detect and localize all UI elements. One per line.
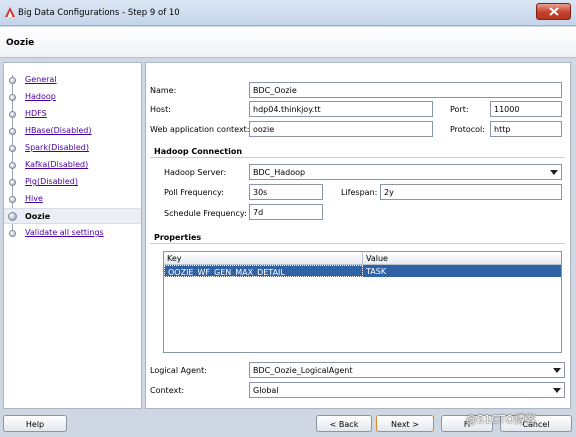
nav-step-label[interactable]: General [25,75,57,84]
property-key-cell[interactable]: OOZIE_WF_GEN_MAX_DETAIL [164,265,363,277]
host-field[interactable]: hdp04.thinkjoy.tt [249,101,433,117]
nav-step-label: Oozie [25,212,51,221]
port-field[interactable]: 11000 [490,101,562,117]
step-bullet-icon [9,111,16,118]
nav-step-validate[interactable]: Validate all settings [4,225,141,241]
logical-agent-select[interactable]: BDC_Oozie_LogicalAgent [249,362,565,378]
nav-step-label[interactable]: Hadoop [25,92,56,101]
web-context-label: Web application context: [150,125,250,134]
protocol-label: Protocol: [450,125,485,134]
back-button[interactable]: < Back [316,415,372,432]
nav-step-hadoop[interactable]: Hadoop [4,89,141,105]
context-value: Global [253,386,279,395]
poll-frequency-label: Poll Frequency: [164,188,224,197]
step-bullet-icon [9,128,16,135]
section-divider [150,243,565,244]
section-divider [150,157,565,158]
step-bullet-icon [9,162,16,169]
nav-step-label[interactable]: Pig(Disabled) [25,177,78,186]
hadoop-server-select[interactable]: BDC_Hadoop [249,164,562,180]
nav-step-label[interactable]: Hive [25,194,43,203]
current-step-bullet-icon [8,212,17,221]
step-bullet-icon [9,77,16,84]
window-title: Big Data Configurations - Step 9 of 10 [18,8,180,18]
nav-step-label[interactable]: Validate all settings [25,228,104,237]
web-context-field[interactable]: oozie [249,121,433,137]
context-select[interactable]: Global [249,382,565,398]
help-button[interactable]: Help [3,415,67,432]
nav-step-label[interactable]: Spark(Disabled) [25,143,89,152]
nav-step-pig[interactable]: Pig(Disabled) [4,174,141,190]
site-watermark: @51CTO博客 [466,413,537,426]
context-label: Context: [150,386,185,395]
nav-step-kafka[interactable]: Kafka(Disabled) [4,157,141,173]
column-header-key[interactable]: Key [164,252,363,265]
nav-step-general[interactable]: General [4,72,141,88]
nav-step-label[interactable]: Kafka(Disabled) [25,160,88,169]
chevron-down-icon[interactable] [548,166,560,178]
properties-table[interactable]: Key Value OOZIE_WF_GEN_MAX_DETAIL TASK [163,251,562,353]
chevron-down-icon[interactable] [551,384,563,396]
nav-step-label[interactable]: HBase(Disabled) [25,126,92,135]
step-bullet-icon [9,179,16,186]
nav-step-hdfs[interactable]: HDFS [4,106,141,122]
name-label: Name: [150,86,177,95]
schedule-frequency-label: Schedule Frequency: [164,209,247,218]
lifespan-label: Lifespan: [341,188,378,197]
property-value-cell[interactable]: TASK [363,265,561,277]
column-header-value[interactable]: Value [363,252,561,265]
logical-agent-label: Logical Agent: [150,366,207,375]
close-icon [549,7,559,16]
hadoop-server-label: Hadoop Server: [164,168,227,177]
name-field[interactable]: BDC_Oozie [249,82,562,98]
next-button[interactable]: Next > [376,415,434,432]
window-titlebar: Big Data Configurations - Step 9 of 10 [0,0,576,26]
nav-step-spark[interactable]: Spark(Disabled) [4,140,141,156]
step-bullet-icon [9,94,16,101]
wizard-step-navigator: General Hadoop HDFS HBase(Disabled) Spar… [3,62,142,409]
port-label: Port: [450,105,469,114]
chevron-down-icon[interactable] [551,364,563,376]
nav-step-oozie[interactable]: Oozie [4,208,141,224]
nav-step-label[interactable]: HDFS [25,109,47,118]
hadoop-server-value: BDC_Hadoop [253,168,306,177]
logical-agent-value: BDC_Oozie_LogicalAgent [253,366,353,375]
protocol-field[interactable]: http [490,121,562,137]
table-row[interactable]: OOZIE_WF_GEN_MAX_DETAIL TASK [164,265,561,277]
page-title: Oozie [6,38,35,48]
nav-step-hive[interactable]: Hive [4,191,141,207]
step-bullet-icon [9,196,16,203]
step-bullet-icon [9,145,16,152]
window-close-button[interactable] [536,3,571,20]
lifespan-field[interactable]: 2y [380,184,562,200]
hadoop-connection-heading: Hadoop Connection [154,147,243,156]
nav-step-hbase[interactable]: HBase(Disabled) [4,123,141,139]
poll-frequency-field[interactable]: 30s [249,184,323,200]
page-header: Oozie [0,27,576,58]
properties-heading: Properties [154,233,202,242]
host-label: Host: [150,105,171,114]
schedule-frequency-field[interactable]: 7d [249,204,323,220]
app-logo-icon [4,7,16,18]
step-bullet-icon [9,230,16,237]
